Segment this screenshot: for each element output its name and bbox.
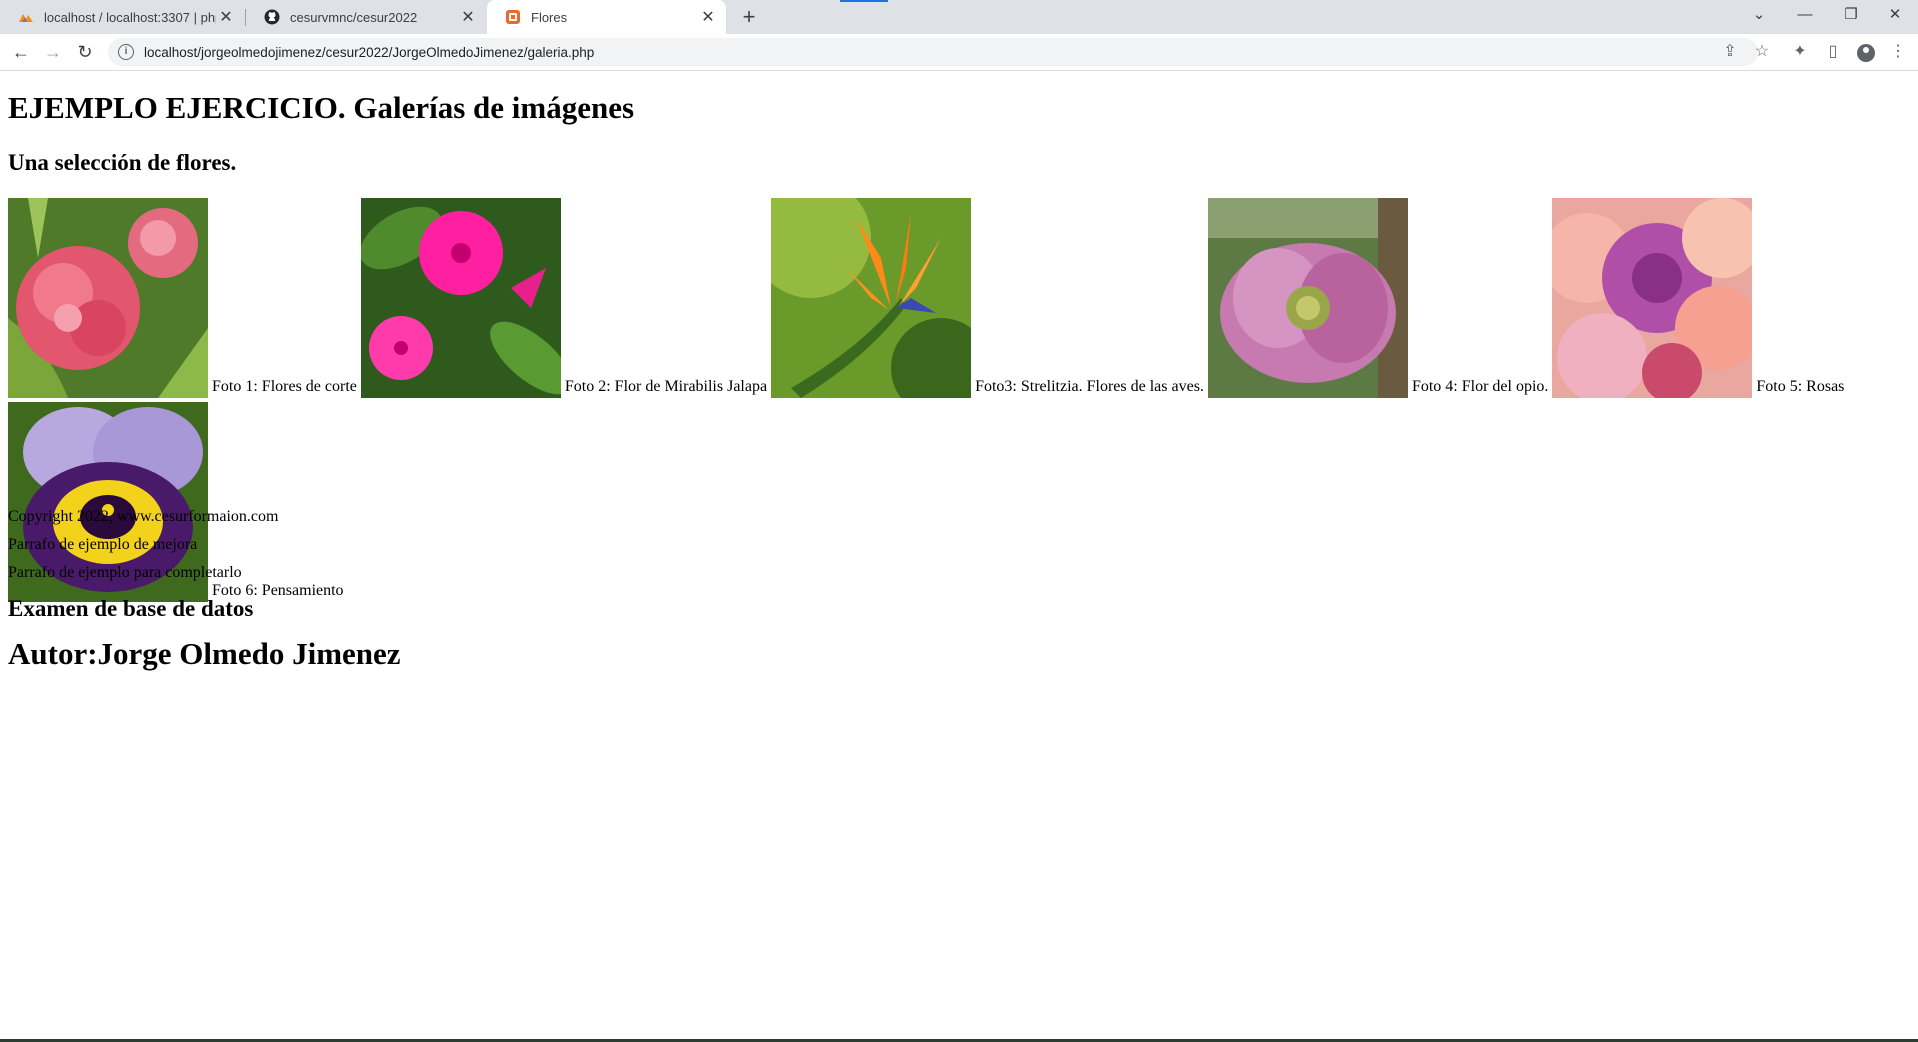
flower-gallery: Foto 1: Flores de corte Foto 2: Flor de … — [8, 198, 1910, 606]
tab-search-icon[interactable]: ⌄ — [1736, 0, 1782, 30]
photo-caption: Foto 1: Flores de corte — [212, 378, 357, 395]
strelitzia-photo — [771, 198, 972, 398]
gallery-item: Foto 4: Flor del opio. — [1207, 198, 1552, 398]
photo-caption: Foto3: Strelitzia. Flores de las aves. — [975, 378, 1204, 395]
gallery-row: Foto 6: Pensamiento — [8, 402, 1910, 602]
menu-dots-icon[interactable]: ⋮ — [1885, 39, 1911, 65]
photo-caption: Foto 5: Rosas — [1756, 378, 1845, 395]
exam-heading: Examen de base de datos — [8, 596, 254, 621]
paragraph-completarlo: Parrafo de ejemplo para completarlo — [8, 564, 242, 581]
paragraph-mejora: Parrafo de ejemplo de mejora — [8, 536, 198, 553]
page-content: EJEMPLO EJERCICIO. Galerías de imágenes … — [0, 71, 1918, 1039]
photo-caption: Foto 2: Flor de Mirabilis Jalapa — [564, 378, 768, 395]
minimize-icon[interactable]: — — [1782, 0, 1828, 30]
poppy-photo — [1207, 198, 1408, 398]
share-icon[interactable]: ⇪ — [1717, 39, 1743, 65]
url-text[interactable]: localhost/jorgeolmedojimenez/cesur2022/J… — [144, 45, 594, 60]
tab-flores[interactable]: Flores ✕ — [487, 0, 726, 34]
copyright-text: Copyright 2022, www.cesurformaion.com — [8, 508, 279, 525]
site-info-icon[interactable]: i — [118, 44, 134, 60]
github-icon — [264, 9, 280, 25]
close-window-icon[interactable]: ✕ — [1872, 0, 1918, 30]
close-tab-icon[interactable]: ✕ — [458, 7, 478, 27]
hydrangea-photo — [8, 198, 208, 398]
tab-github[interactable]: cesurvmnc/cesur2022 ✕ — [246, 0, 486, 34]
tab-phpmyadmin[interactable]: localhost / localhost:3307 | phpMy ✕ — [0, 0, 244, 34]
roses-photo — [1552, 198, 1753, 398]
gallery-item: Foto 1: Flores de corte — [8, 198, 361, 398]
browser-toolbar: ← → ↻ i localhost/jorgeolmedojimenez/ces… — [0, 34, 1918, 71]
tab-label: Flores — [531, 9, 568, 25]
gallery-row: Foto 1: Flores de corte Foto 2: Flor de … — [8, 198, 1910, 398]
gallery-item: Foto3: Strelitzia. Flores de las aves. — [771, 198, 1208, 398]
back-arrow-icon[interactable]: ← — [8, 39, 34, 65]
close-tab-icon[interactable]: ✕ — [698, 7, 718, 27]
author-heading: Autor:Jorge Olmedo Jimenez — [8, 636, 401, 671]
bookmark-star-icon[interactable]: ☆ — [1749, 39, 1775, 65]
new-tab-button[interactable]: + — [736, 4, 762, 30]
browser-tab-bar: localhost / localhost:3307 | phpMy ✕ ces… — [0, 0, 1918, 34]
close-tab-icon[interactable]: ✕ — [216, 7, 236, 27]
accent-line — [840, 0, 888, 2]
reload-icon[interactable]: ↻ — [72, 39, 98, 65]
extensions-icon[interactable]: ✦ — [1787, 39, 1813, 65]
gallery-item: Foto 2: Flor de Mirabilis Jalapa — [360, 198, 771, 398]
side-panel-icon[interactable]: ▯ — [1820, 39, 1846, 65]
photo-caption: Foto 4: Flor del opio. — [1411, 378, 1549, 395]
profile-avatar-icon[interactable] — [1857, 44, 1875, 62]
gallery-item: Foto 5: Rosas — [1552, 198, 1848, 398]
tab-label: localhost / localhost:3307 | phpMy — [44, 9, 216, 25]
page-title: EJEMPLO EJERCICIO. Galerías de imágenes — [8, 90, 635, 125]
forward-arrow-icon[interactable]: → — [40, 39, 66, 65]
address-bar[interactable]: i localhost/jorgeolmedojimenez/cesur2022… — [108, 38, 1758, 66]
page-subtitle: Una selección de flores. — [8, 150, 237, 175]
restore-icon[interactable]: ❐ — [1828, 0, 1874, 30]
page-icon — [505, 9, 521, 25]
phpmyadmin-icon — [18, 9, 34, 25]
tab-label: cesurvmnc/cesur2022 — [290, 9, 418, 25]
mirabilis-photo — [360, 198, 561, 398]
